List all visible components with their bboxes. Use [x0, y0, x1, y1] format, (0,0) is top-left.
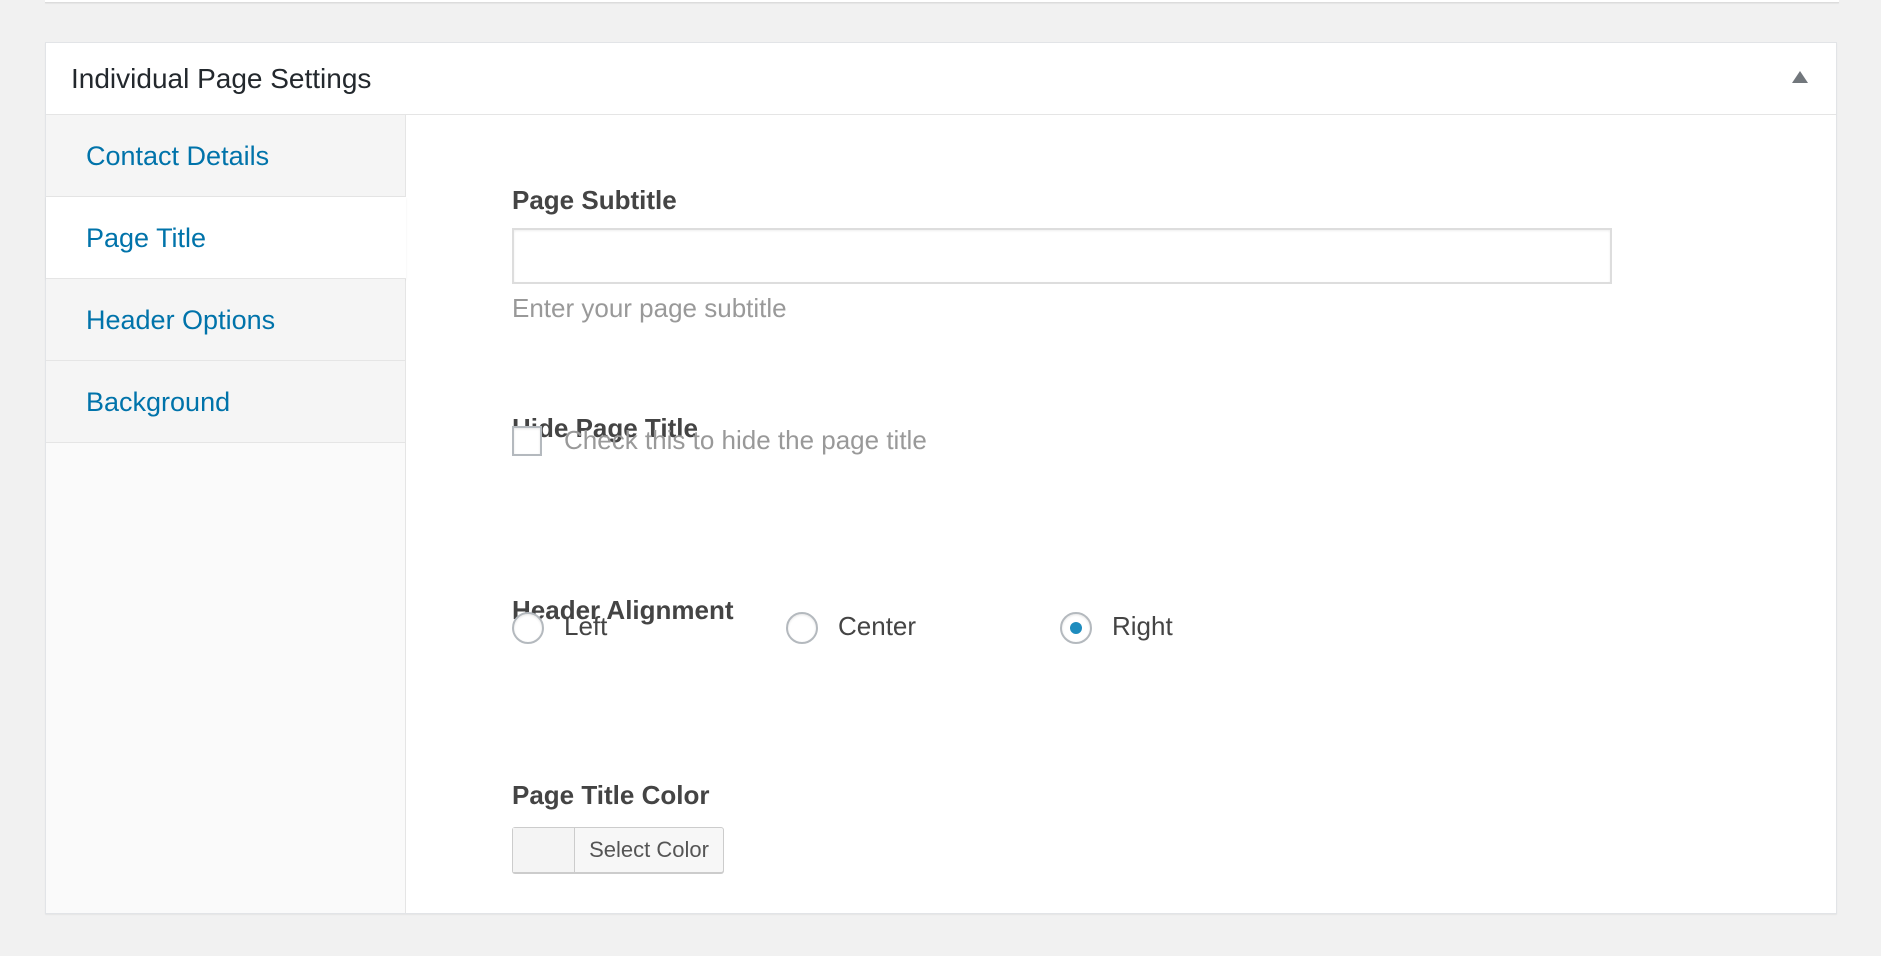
- individual-page-settings-metabox: Individual Page Settings Contact Details…: [45, 42, 1837, 914]
- header-alignment-left-radio[interactable]: [512, 612, 544, 644]
- header-alignment-center-label[interactable]: Center: [838, 611, 916, 642]
- page-subtitle-description: Enter your page subtitle: [512, 293, 787, 323]
- header-alignment-label: Header Alignment: [512, 595, 734, 625]
- settings-tabs: Contact Details Page Title Header Option…: [46, 115, 406, 913]
- hide-page-title-checkbox-label[interactable]: Check this to hide the page title: [564, 425, 927, 456]
- collapse-arrow-icon[interactable]: [1792, 71, 1808, 83]
- page-title-panel: Page Subtitle Enter your page subtitle H…: [406, 115, 1836, 913]
- metabox-header[interactable]: Individual Page Settings: [46, 43, 1836, 115]
- select-color-label: Select Color: [589, 837, 709, 862]
- tab-page-title[interactable]: Page Title: [46, 197, 406, 279]
- header-alignment-left-label[interactable]: Left: [564, 611, 607, 642]
- page-title-color-label: Page Title Color: [512, 780, 710, 810]
- header-alignment-center-radio[interactable]: [786, 612, 818, 644]
- page-subtitle-input[interactable]: [512, 228, 1612, 284]
- previous-metabox-edge: [45, 0, 1839, 3]
- metabox-title: Individual Page Settings: [71, 63, 372, 94]
- tab-contact-details[interactable]: Contact Details: [46, 115, 405, 197]
- page-subtitle-label: Page Subtitle: [512, 185, 677, 215]
- header-alignment-right-radio[interactable]: [1060, 612, 1092, 644]
- tab-header-options[interactable]: Header Options: [46, 279, 405, 361]
- header-alignment-right-label[interactable]: Right: [1112, 611, 1173, 642]
- color-swatch: [513, 828, 575, 872]
- hide-page-title-checkbox[interactable]: [512, 426, 542, 456]
- select-color-button[interactable]: Select Color: [512, 827, 724, 873]
- tab-background[interactable]: Background: [46, 361, 405, 443]
